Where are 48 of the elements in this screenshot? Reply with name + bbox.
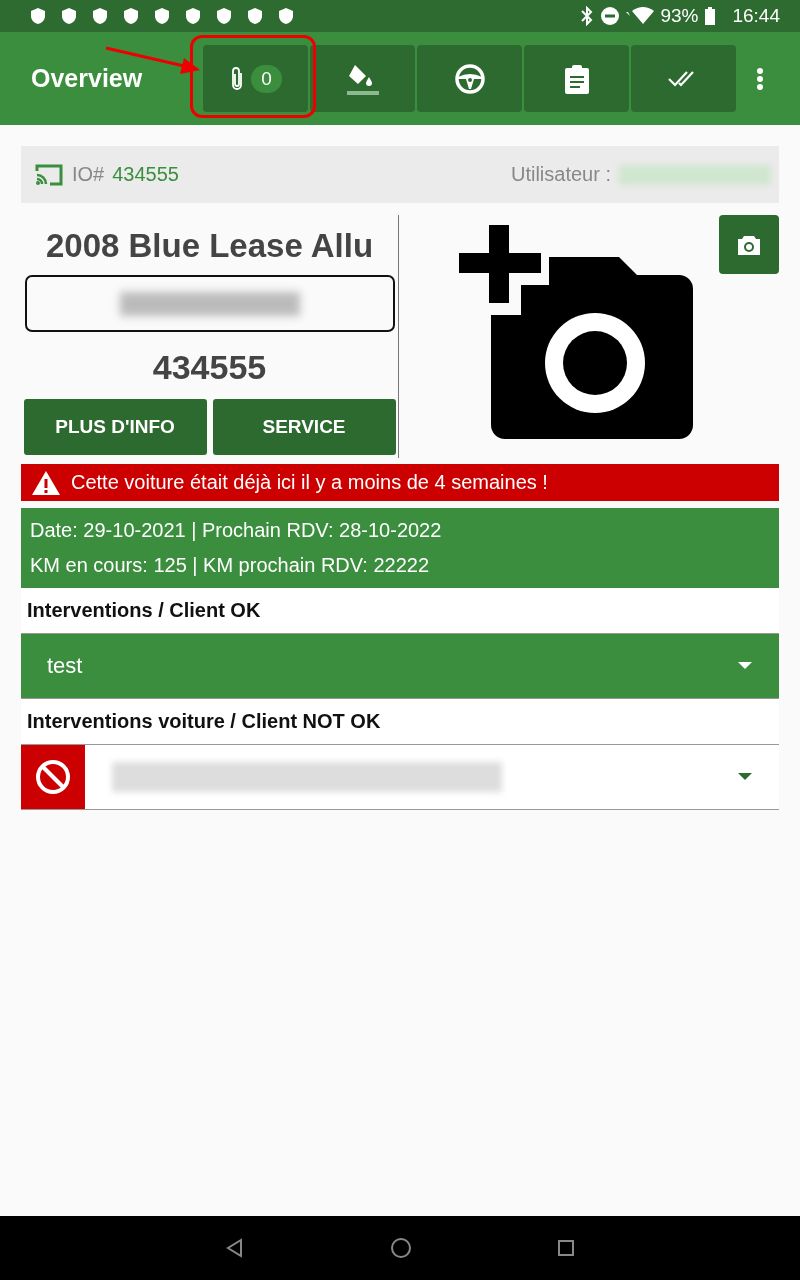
battery-percentage: 93% — [660, 5, 699, 27]
notification-icon — [276, 6, 296, 26]
more-options-icon[interactable] — [756, 66, 764, 91]
screen-title: Overview — [31, 64, 143, 93]
warning-text: Cette voiture était déjà ici il y a moins de 4 semaines ! — [71, 471, 548, 494]
notification-icon — [90, 6, 110, 26]
section-label: Interventions / Client OK — [21, 588, 779, 634]
cast-icon — [34, 162, 64, 187]
clipboard-icon — [563, 63, 590, 94]
notification-icon — [245, 6, 265, 26]
bluetooth-icon — [580, 6, 595, 26]
notification-icon — [152, 6, 172, 26]
io-label: IO# — [72, 163, 105, 186]
dropdown-arrow-icon — [738, 662, 752, 670]
history-line: Date: 29-10-2021 | Prochain RDV: 28-10-2022 — [30, 518, 443, 543]
notification-icon — [214, 6, 234, 26]
user-label: Utilisateur : — [510, 163, 611, 186]
warning-icon — [31, 469, 61, 496]
prohibited-icon — [35, 759, 71, 795]
wifi-icon — [626, 6, 655, 26]
notification-icon — [28, 6, 48, 26]
battery-icon — [704, 6, 717, 26]
dropdown-arrow-icon — [738, 773, 752, 781]
clock: 16:44 — [732, 5, 780, 27]
vehicle-model: 2008 Blue Lease Allu — [45, 227, 374, 265]
home-icon[interactable] — [390, 1237, 412, 1259]
action-button[interactable]: PLUS D'INFO — [23, 399, 207, 455]
toolbar-button[interactable] — [417, 45, 522, 112]
vehicle-number: 434555 — [152, 348, 267, 387]
notification-icon — [59, 6, 79, 26]
dropdown[interactable] — [21, 745, 779, 810]
back-icon[interactable] — [225, 1238, 245, 1258]
do-not-disturb-icon — [600, 6, 621, 26]
io-number: 434555 — [112, 163, 179, 186]
notification-icon — [121, 6, 141, 26]
toolbar-button[interactable] — [310, 45, 415, 112]
camera-button[interactable] — [719, 215, 779, 274]
dropdown[interactable]: test — [21, 634, 779, 699]
steering-wheel-icon — [453, 62, 486, 95]
toolbar-button[interactable]: 0 — [203, 45, 308, 112]
count-badge: 0 — [251, 64, 282, 93]
section-label: Interventions voiture / Client NOT OK — [21, 699, 779, 745]
notification-icon — [183, 6, 203, 26]
toolbar-button[interactable] — [524, 45, 629, 112]
history-line: KM en cours: 125 | KM prochain RDV: 22222 — [30, 553, 431, 578]
camera-icon — [736, 233, 762, 256]
recents-icon[interactable] — [557, 1239, 575, 1257]
action-button[interactable]: SERVICE — [212, 399, 396, 455]
